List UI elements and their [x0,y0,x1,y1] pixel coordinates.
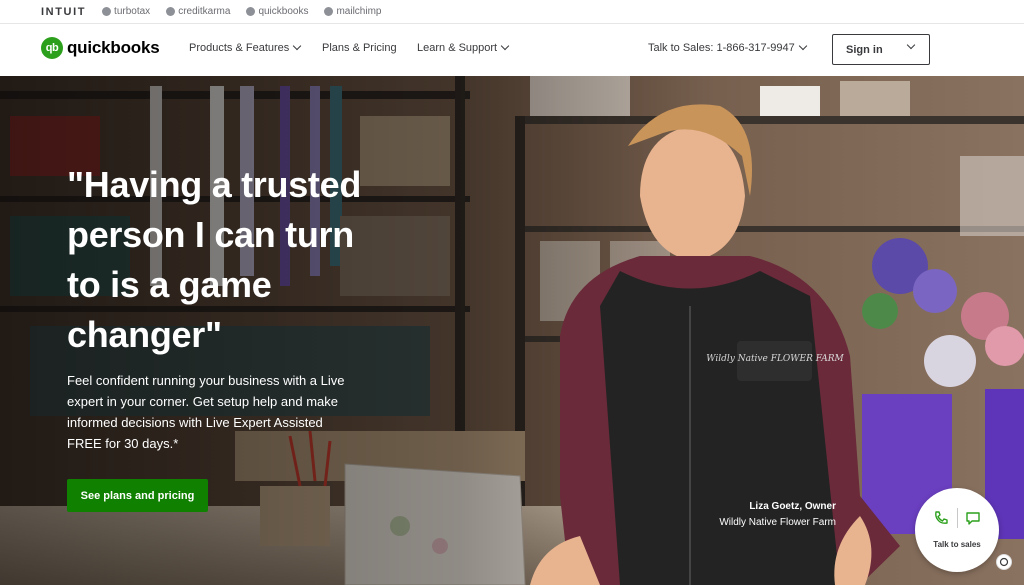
quickbooks-logo-icon: qb [41,37,63,59]
nav-plans-pricing[interactable]: Plans & Pricing [322,42,397,54]
quickbooks-link[interactable]: quickbooks [246,6,308,17]
turbotax-icon [102,7,112,16]
main-navigation: qb quickbooks Products & Features Plans … [0,24,1024,76]
talk-to-sales-label: Talk to sales [933,540,981,549]
chevron-down-icon [500,41,510,51]
quickbooks-logo-text: quickbooks [67,38,160,57]
hero-subtitle: Feel confident running your business wit… [67,373,345,451]
see-plans-button[interactable]: See plans and pricing [67,479,208,512]
sign-in-label: Sign in [846,43,883,56]
intuit-logo[interactable]: INTUIT [41,6,86,18]
mailchimp-label: mailchimp [336,6,382,17]
nav-talk-to-sales[interactable]: Talk to Sales: 1-866-317-9947 [648,41,808,54]
vest-logo-text: Wildly Native FLOWER FARM [706,354,844,364]
photo-caption-company: Wildly Native Flower Farm [719,517,836,528]
nav-products-label: Products & Features [189,42,290,54]
mailchimp-icon [324,7,334,16]
quickbooks-logo[interactable]: qb quickbooks [41,37,160,59]
quickbooks-label: quickbooks [258,6,309,17]
turbotax-link[interactable]: turbotax [102,6,150,17]
accessibility-icon[interactable] [996,554,1012,570]
mailchimp-link[interactable]: mailchimp [324,6,381,17]
circle-icon [999,557,1009,567]
quickbooks-icon [246,7,256,16]
nav-sales-label: Talk to Sales: 1-866-317-9947 [648,42,795,54]
nav-plans-label: Plans & Pricing [322,42,397,54]
phone-icon [935,511,948,524]
creditkarma-link[interactable]: creditkarma [166,6,230,17]
nav-products-features[interactable]: Products & Features [189,41,302,54]
creditkarma-label: creditkarma [178,6,231,17]
creditkarma-icon [166,7,176,16]
sign-in-button[interactable]: Sign in [832,34,930,65]
hero-title: "Having a trusted person I can turn to i… [67,164,362,355]
turbotax-label: turbotax [114,6,151,17]
talk-to-sales-widget[interactable]: Talk to sales [915,488,999,572]
photo-caption-name: Liza Goetz, Owner [749,501,836,512]
nav-learn-support[interactable]: Learn & Support [417,41,510,54]
chat-icon [966,512,980,525]
hero-section: Wildly Native FLOWER FARM "Having a trus… [0,76,1024,585]
chevron-down-icon [906,40,916,50]
intuit-brand-bar: INTUIT turbotax creditkarma quickbooks m… [0,0,1024,24]
talk-divider [957,508,958,528]
nav-learn-label: Learn & Support [417,42,498,54]
chevron-down-icon [293,41,302,51]
chevron-down-icon [798,41,808,51]
